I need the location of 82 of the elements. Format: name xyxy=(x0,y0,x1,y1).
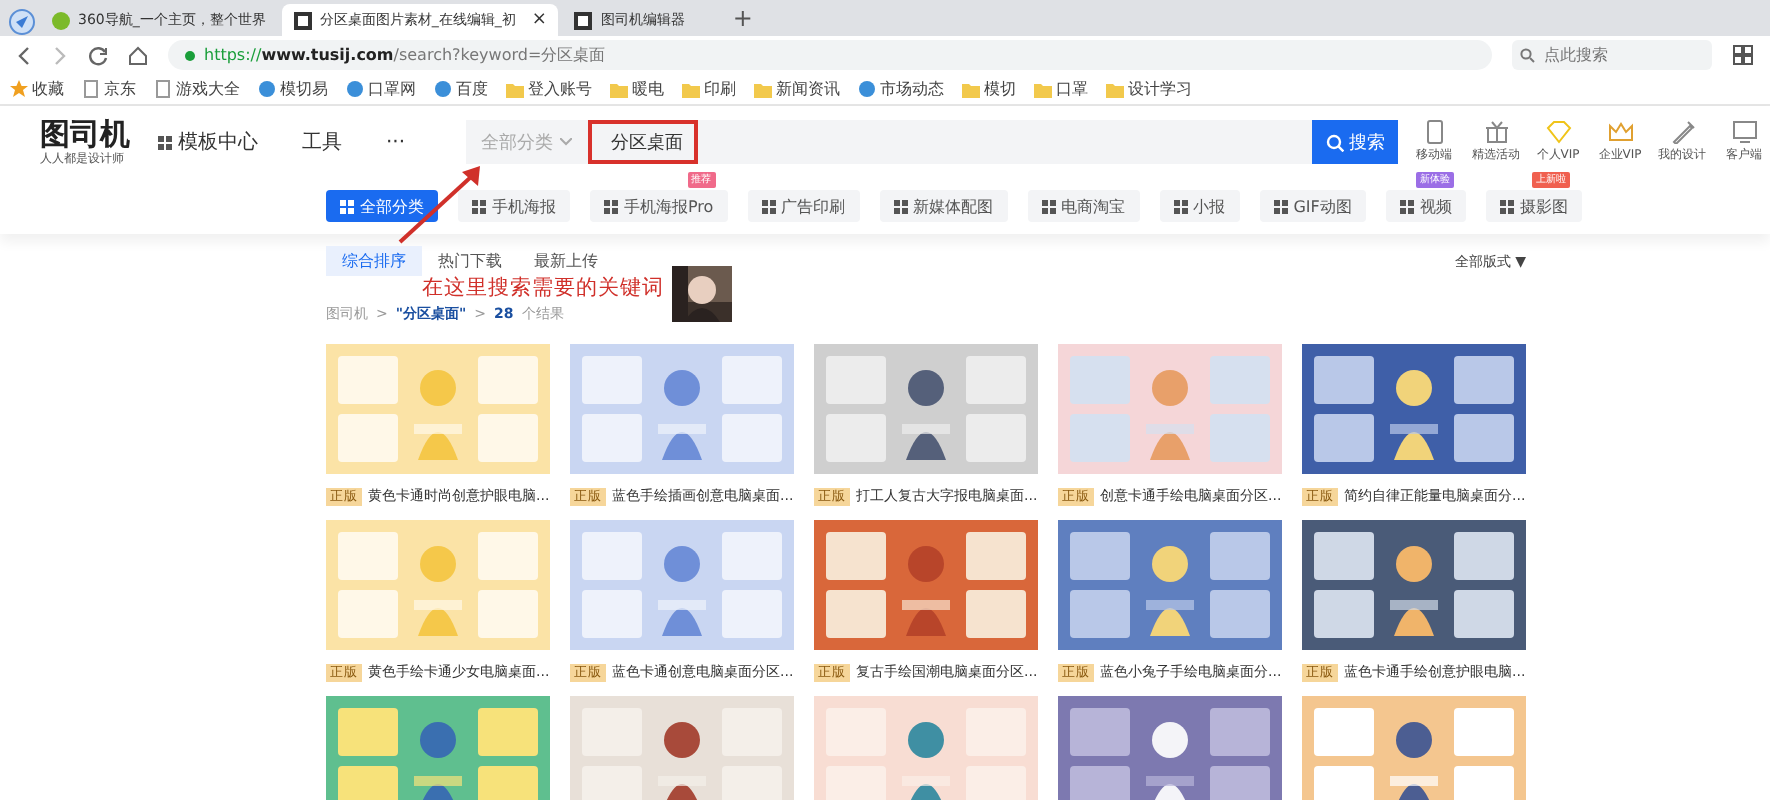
tab-favicon-icon xyxy=(293,11,312,29)
bookmark-link[interactable]: 口罩 xyxy=(1056,78,1088,100)
url-text: https://www.tusij.com/search?keyword=分区桌面 xyxy=(204,44,606,66)
category-icon xyxy=(1399,199,1414,213)
category-icon xyxy=(1173,199,1188,213)
category-tab[interactable]: GIF动图 xyxy=(1259,190,1366,222)
monitor-icon[interactable] xyxy=(1731,120,1757,144)
folder-icon xyxy=(1034,80,1052,98)
category-icon xyxy=(761,199,776,213)
category-icon xyxy=(1273,199,1288,213)
folder-icon xyxy=(1106,80,1124,98)
browser-logo-icon xyxy=(8,8,36,36)
category-tab[interactable]: 小报 xyxy=(1159,190,1240,222)
apps-icon[interactable] xyxy=(1732,44,1754,66)
search-button[interactable]: 搜索 xyxy=(1312,120,1398,164)
bookmark-link[interactable]: 市场动态 xyxy=(880,78,944,100)
bookmark-link[interactable]: 暖电 xyxy=(632,78,664,100)
category-icon xyxy=(604,199,618,213)
bookmark-link[interactable]: 模切易 xyxy=(280,78,328,100)
sort-tab[interactable]: 综合排序 xyxy=(326,246,422,276)
folder-icon xyxy=(962,80,980,98)
bookmark-link[interactable]: 设计学习 xyxy=(1128,78,1192,100)
folder-icon xyxy=(682,80,700,98)
page-icon xyxy=(82,80,100,98)
category-tab[interactable]: 全部分类 xyxy=(326,190,438,222)
address-bar[interactable]: https://www.tusij.com/search?keyword=分区桌面 xyxy=(168,40,1492,70)
category-icon xyxy=(893,199,908,213)
search-field[interactable]: 分区桌面 xyxy=(587,120,698,164)
new-tab-button[interactable]: + xyxy=(700,4,785,32)
chevron-down-icon xyxy=(559,138,572,146)
bookmark-link[interactable]: 收藏 xyxy=(32,78,64,100)
site-logo[interactable]: 图司机 xyxy=(40,117,130,149)
bookmark-link[interactable]: 印刷 xyxy=(704,78,736,100)
category-icon xyxy=(1499,199,1514,213)
close-tab-button[interactable]: × xyxy=(531,10,547,30)
annotation-text: 在这里搜索需要的关键词 xyxy=(422,276,664,302)
bookmark-link[interactable]: 口罩网 xyxy=(368,78,416,100)
category-icon xyxy=(1041,199,1056,213)
pen-icon[interactable] xyxy=(1669,120,1695,144)
site-icon xyxy=(858,80,876,98)
bookmark-link[interactable]: 新闻资讯 xyxy=(776,78,840,100)
category-tab[interactable]: 摄影图 xyxy=(1485,190,1582,222)
sort-tab[interactable]: 热门下载 xyxy=(422,246,518,276)
site-icon xyxy=(258,80,276,98)
category-tab[interactable]: 手机海报 xyxy=(458,190,570,222)
category-tab[interactable]: 新媒体配图 xyxy=(879,190,1008,222)
category-tab[interactable]: 广告印刷 xyxy=(747,190,860,222)
nav-link[interactable]: 模板中心 xyxy=(178,128,258,156)
search-icon xyxy=(1325,133,1344,151)
crown-icon[interactable] xyxy=(1607,120,1633,144)
tab-favicon-icon xyxy=(574,11,593,29)
sort-tab[interactable]: 最新上传 xyxy=(518,246,614,276)
site-icon xyxy=(434,80,452,98)
forward-icon[interactable] xyxy=(52,45,68,65)
star-icon xyxy=(10,80,28,98)
category-icon xyxy=(340,199,354,213)
phone-icon[interactable] xyxy=(1421,120,1447,144)
nav-link[interactable]: ··· xyxy=(386,131,406,153)
grid-icon xyxy=(158,135,172,149)
search-icon xyxy=(1520,48,1536,64)
back-icon[interactable] xyxy=(16,45,32,65)
reload-icon[interactable] xyxy=(88,45,108,65)
category-tab[interactable]: 手机海报Pro xyxy=(590,190,728,222)
browser-search-field[interactable]: 点此搜索 xyxy=(1512,40,1712,70)
site-icon xyxy=(346,80,364,98)
nav-link[interactable]: 工具 xyxy=(302,128,342,156)
tab-favicon-icon xyxy=(52,11,70,29)
secure-icon xyxy=(184,49,196,61)
bookmark-link[interactable]: 游戏大全 xyxy=(176,78,240,100)
bookmark-link[interactable]: 模切 xyxy=(984,78,1016,100)
folder-icon xyxy=(754,80,772,98)
category-tab[interactable]: 视频 xyxy=(1385,190,1466,222)
home-icon[interactable] xyxy=(128,45,148,65)
bookmark-link[interactable]: 登入账号 xyxy=(528,78,592,100)
bookmark-link[interactable]: 百度 xyxy=(456,78,488,100)
category-icon xyxy=(472,199,486,213)
page-icon xyxy=(154,80,172,98)
folder-icon xyxy=(506,80,524,98)
category-tab[interactable]: 电商淘宝 xyxy=(1027,190,1140,222)
bookmark-link[interactable]: 京东 xyxy=(104,78,136,100)
gift-icon[interactable] xyxy=(1483,120,1509,144)
folder-icon xyxy=(610,80,628,98)
